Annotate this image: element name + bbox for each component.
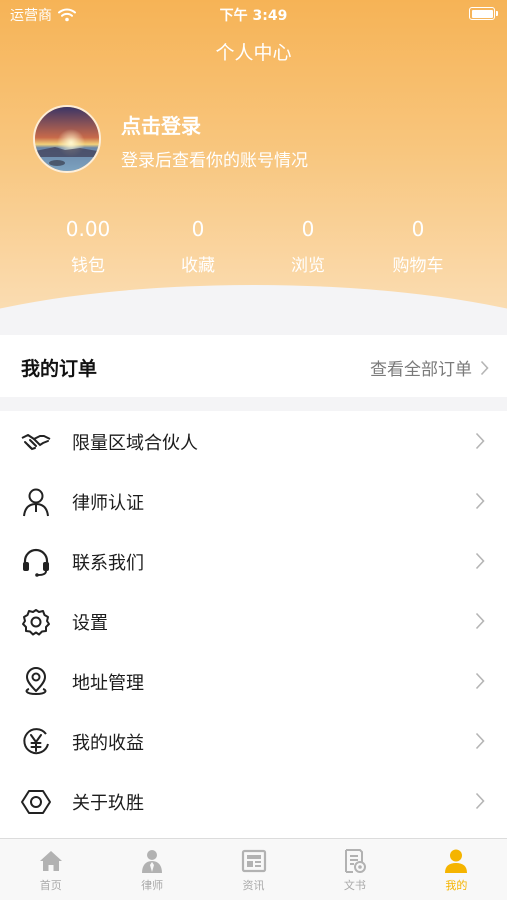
tab-documents[interactable]: 文书 <box>304 839 405 900</box>
chevron-right-icon <box>480 360 489 375</box>
menu-item-settings[interactable]: 设置 <box>0 591 507 651</box>
document-icon <box>344 849 366 873</box>
stat-value: 0.00 <box>65 217 111 241</box>
news-icon <box>241 849 266 873</box>
person-icon <box>23 488 49 517</box>
tab-label: 我的 <box>445 879 468 892</box>
tab-label: 首页 <box>39 879 62 892</box>
chevron-right-icon <box>475 492 485 510</box>
stat-label: 钱包 <box>71 256 105 276</box>
menu-label: 设置 <box>72 613 108 634</box>
profile-icon <box>445 849 468 873</box>
stat-value: 0 <box>191 217 205 241</box>
menu-item-address-management[interactable]: 地址管理 <box>0 651 507 711</box>
tab-home[interactable]: 首页 <box>0 839 101 900</box>
tab-label: 资讯 <box>242 879 265 892</box>
chevron-right-icon <box>475 792 485 810</box>
header-curve <box>0 285 507 335</box>
hexagon-icon <box>21 790 51 814</box>
tab-mine[interactable]: 我的 <box>406 839 507 900</box>
yen-icon <box>23 728 49 755</box>
handshake-icon <box>21 434 51 451</box>
settings-menu: 限量区域合伙人 律师认证 联系我们 设置 地址管理 我的收益 关于玖胜 <box>0 411 507 839</box>
menu-label: 地址管理 <box>72 673 144 694</box>
login-subtitle: 登录后查看你的账号情况 <box>121 151 308 171</box>
stats-row: 0.00 钱包 0 收藏 0 浏览 0 购物车 <box>33 215 473 276</box>
stat-history[interactable]: 0 浏览 <box>253 215 363 276</box>
menu-label: 律师认证 <box>72 493 144 514</box>
tab-label: 文书 <box>343 879 366 892</box>
home-icon <box>39 851 62 871</box>
stat-label: 购物车 <box>392 256 444 276</box>
battery-icon <box>469 7 498 20</box>
stat-value: 0 <box>411 217 425 241</box>
gear-icon <box>22 609 50 636</box>
clock: 下午 3:49 <box>219 8 288 24</box>
menu-item-about[interactable]: 关于玖胜 <box>0 771 507 831</box>
page-title: 个人中心 <box>215 42 292 64</box>
chevron-right-icon <box>475 672 485 690</box>
tab-news[interactable]: 资讯 <box>203 839 304 900</box>
menu-item-regional-partner[interactable]: 限量区域合伙人 <box>0 411 507 471</box>
tab-bar: 首页 律师 资讯 文书 我的 <box>0 838 507 900</box>
login-button[interactable]: 点击登录 <box>121 110 201 139</box>
lawyer-icon <box>142 850 163 873</box>
stat-favorites[interactable]: 0 收藏 <box>143 215 253 276</box>
orders-title: 我的订单 <box>21 358 98 380</box>
stat-label: 浏览 <box>291 256 325 276</box>
tab-lawyer[interactable]: 律师 <box>101 839 202 900</box>
my-orders-row: 我的订单 查看全部订单 <box>0 335 507 397</box>
menu-label: 关于玖胜 <box>72 793 144 814</box>
chevron-right-icon <box>475 552 485 570</box>
menu-item-lawyer-certification[interactable]: 律师认证 <box>0 471 507 531</box>
tab-label: 律师 <box>141 879 164 892</box>
status-bar: 运营商 下午 3:49 <box>0 0 507 28</box>
menu-item-contact-us[interactable]: 联系我们 <box>0 531 507 591</box>
view-all-orders-label: 查看全部订单 <box>370 360 472 380</box>
menu-item-my-earnings[interactable]: 我的收益 <box>0 711 507 771</box>
menu-label: 我的收益 <box>72 733 144 754</box>
view-all-orders-link[interactable]: 查看全部订单 <box>370 355 489 380</box>
chevron-right-icon <box>475 432 485 450</box>
stat-wallet[interactable]: 0.00 钱包 <box>33 215 143 276</box>
stat-label: 收藏 <box>181 256 215 276</box>
headset-icon <box>23 548 49 577</box>
menu-label: 限量区域合伙人 <box>72 433 198 454</box>
location-pin-icon <box>25 667 47 696</box>
chevron-right-icon <box>475 732 485 750</box>
avatar[interactable] <box>33 105 101 173</box>
menu-label: 联系我们 <box>72 553 144 574</box>
stat-value: 0 <box>301 217 315 241</box>
chevron-right-icon <box>475 612 485 630</box>
stat-cart[interactable]: 0 购物车 <box>363 215 473 276</box>
